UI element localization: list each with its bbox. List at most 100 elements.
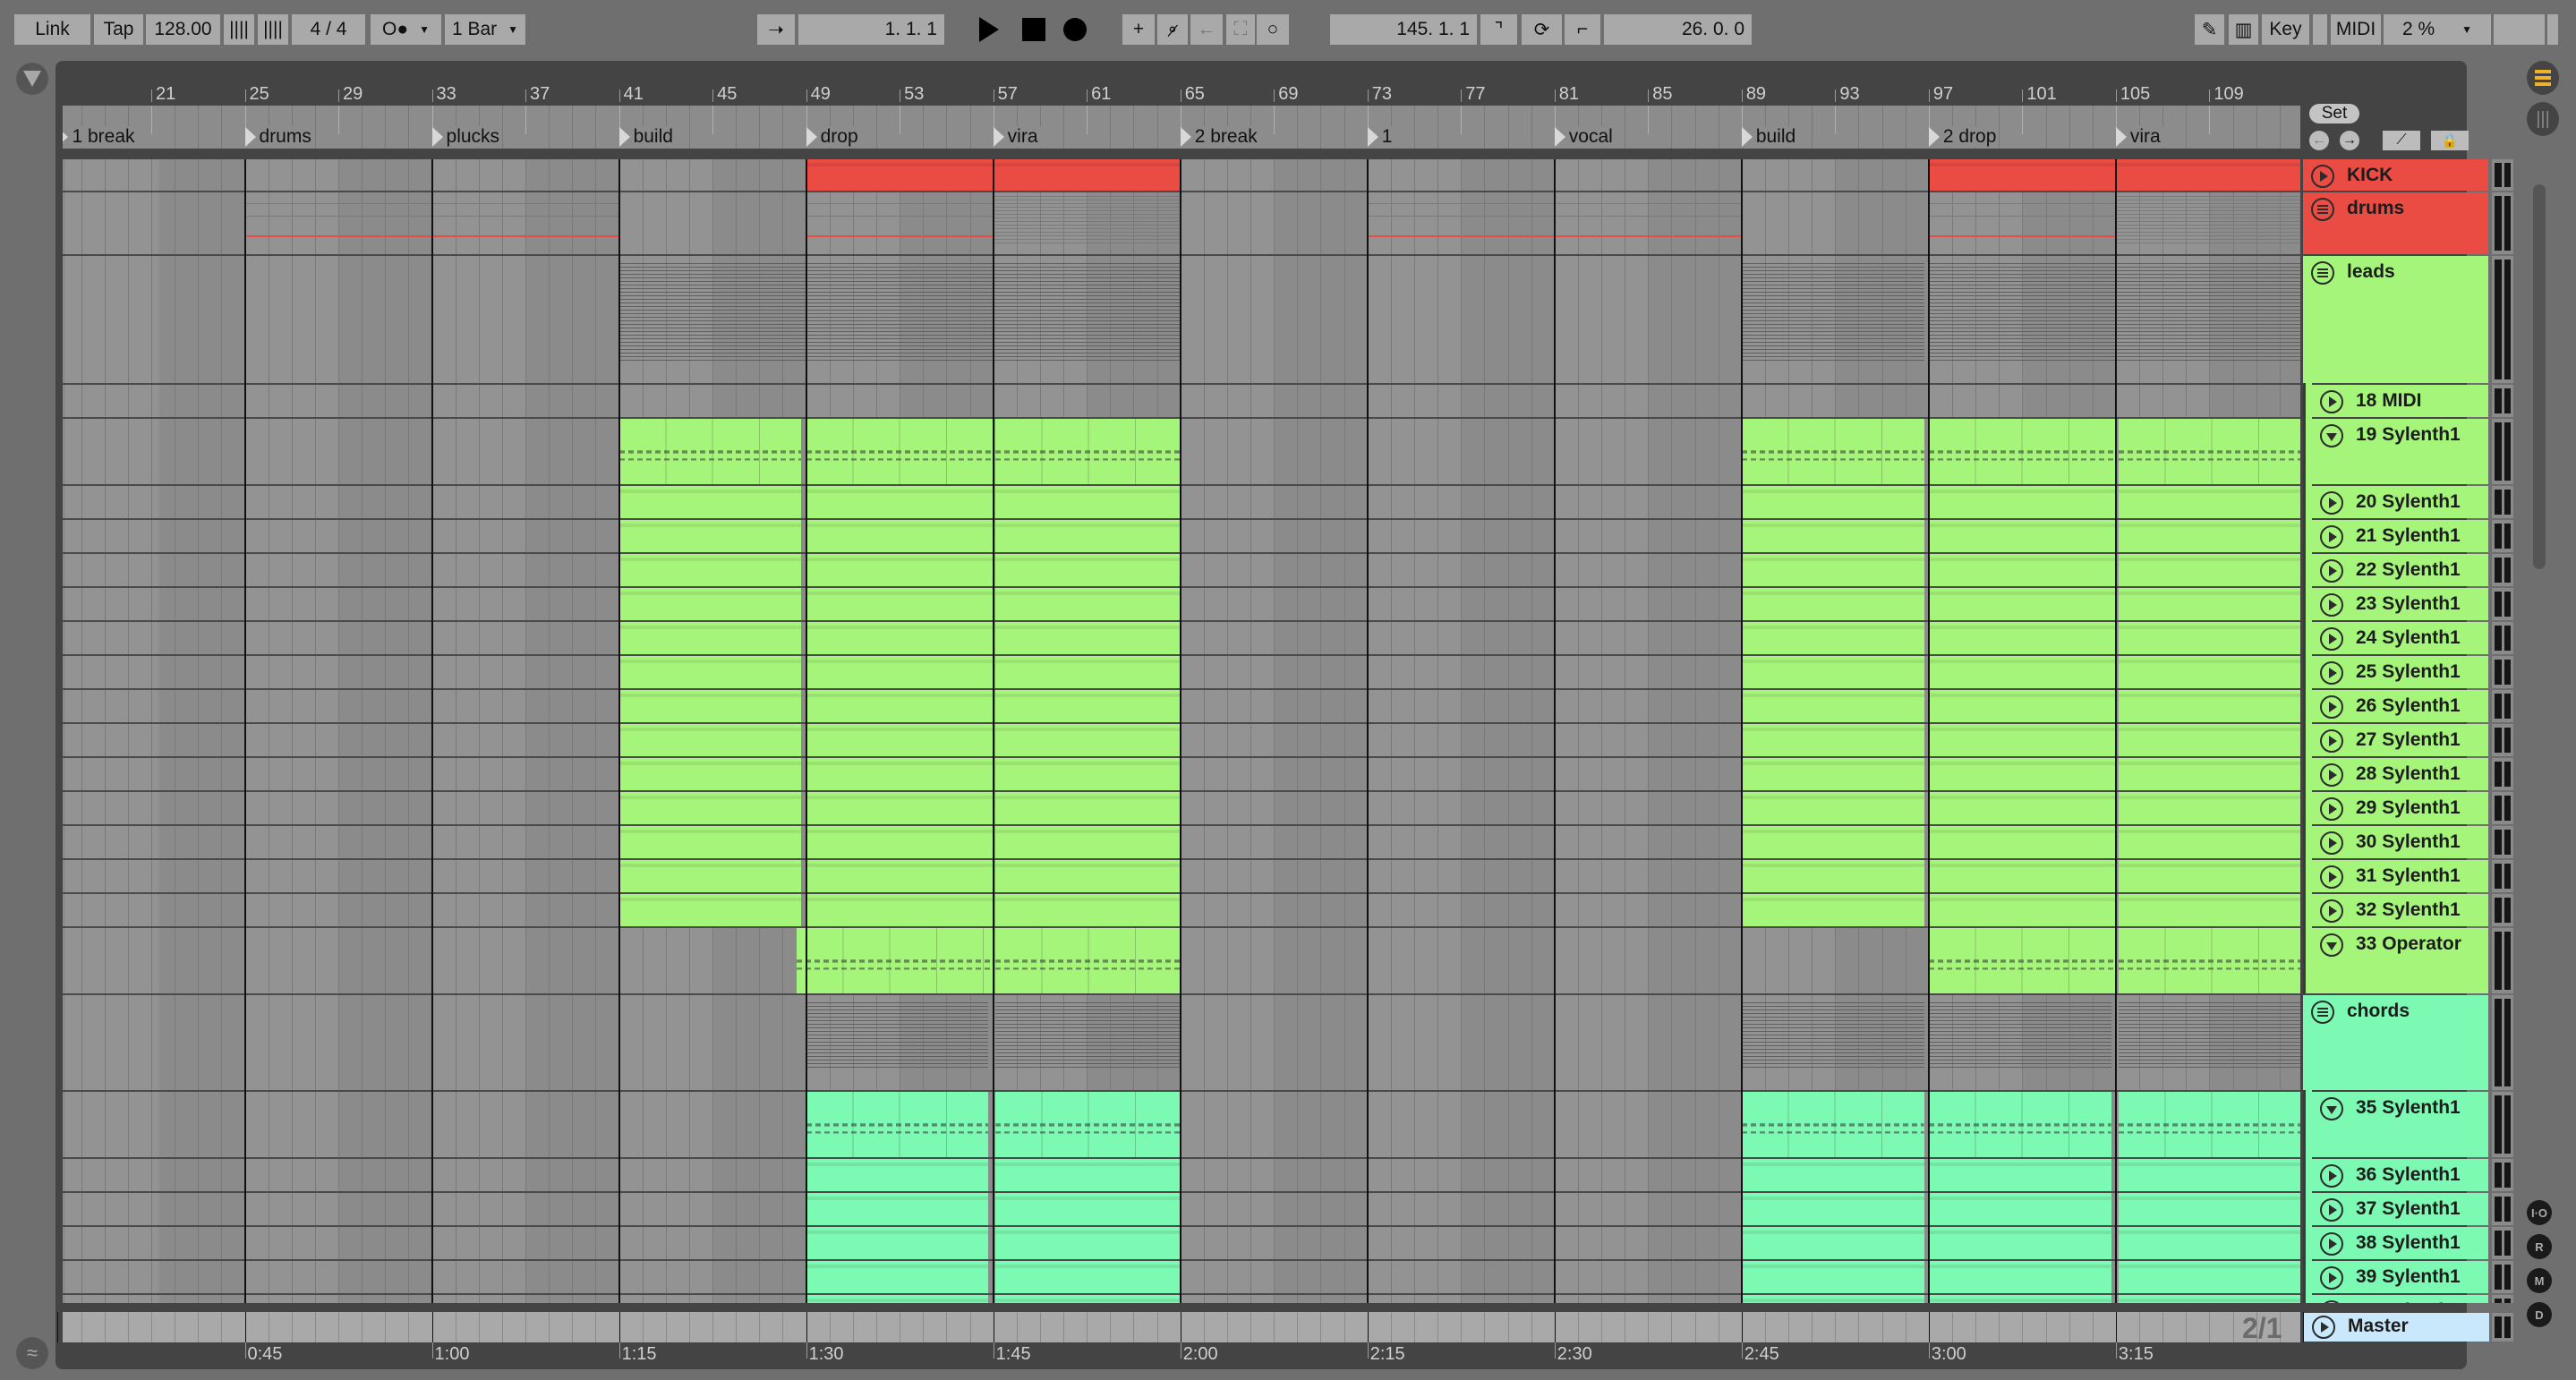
loop-start-field[interactable]: 145. 1. 1 <box>1330 14 1477 45</box>
locator[interactable]: plucks <box>431 125 503 149</box>
locator[interactable]: vocal <box>1554 125 1616 149</box>
group-fold-icon[interactable] <box>2311 1001 2334 1024</box>
locator-flag-icon[interactable] <box>2115 127 2127 147</box>
clip[interactable] <box>806 588 994 620</box>
locator[interactable]: 2 drop <box>1928 125 2000 149</box>
arrangement-lanes[interactable] <box>63 159 2300 1303</box>
locator[interactable]: vira <box>2115 125 2163 149</box>
clip[interactable] <box>618 860 802 892</box>
play-circle-icon[interactable] <box>2320 1198 2343 1222</box>
clip[interactable] <box>1928 419 2116 484</box>
locator-flag-icon[interactable] <box>993 127 1004 147</box>
clip[interactable] <box>1928 826 2116 858</box>
clip[interactable] <box>806 894 994 926</box>
clip[interactable] <box>1741 554 1924 586</box>
clip[interactable] <box>1741 1002 1924 1069</box>
locator-row[interactable]: 1 break drums plucks build drop vira 2 break 1 v… <box>63 106 2300 149</box>
clip[interactable] <box>1928 1295 2111 1303</box>
clip[interactable] <box>2118 419 2300 484</box>
clip[interactable] <box>1741 520 1924 552</box>
master-track-header[interactable]: Master <box>2304 1313 2489 1342</box>
clip[interactable] <box>995 486 1181 518</box>
track-lane[interactable] <box>63 1159 2300 1191</box>
clip[interactable] <box>1928 263 2116 362</box>
clip[interactable] <box>806 520 994 552</box>
track-header[interactable]: 36 Sylenth1 <box>2303 1157 2488 1191</box>
play-circle-icon[interactable] <box>2312 1316 2335 1339</box>
loop-length-field[interactable]: 26. 0. 0 <box>1604 14 1752 45</box>
next-locator-button[interactable]: → <box>2340 131 2359 150</box>
play-circle-icon[interactable] <box>2320 390 2343 413</box>
track-header[interactable]: 25 Sylenth1 <box>2303 654 2488 688</box>
clip[interactable] <box>806 622 994 654</box>
clip[interactable] <box>806 724 994 756</box>
clip[interactable] <box>995 520 1181 552</box>
track-header[interactable]: 29 Sylenth1 <box>2303 790 2488 824</box>
track-header[interactable]: 22 Sylenth1 <box>2303 552 2488 586</box>
clip[interactable] <box>1928 860 2116 892</box>
track-header[interactable]: 19 Sylenth1 <box>2303 417 2488 484</box>
track-lane[interactable] <box>63 1261 2300 1293</box>
track-header[interactable]: 26 Sylenth1 <box>2303 688 2488 722</box>
clip[interactable] <box>2118 826 2300 858</box>
clip[interactable] <box>1928 690 2116 722</box>
track-header[interactable]: KICK <box>2303 159 2488 191</box>
clip[interactable] <box>806 826 994 858</box>
clip[interactable] <box>1741 419 1924 484</box>
automation-arm-icon[interactable]: ∘̷ <box>1157 14 1188 45</box>
set-button[interactable]: Set <box>2309 104 2359 124</box>
track-lane[interactable] <box>63 758 2300 790</box>
track-header[interactable]: leads <box>2303 256 2488 383</box>
clip[interactable] <box>2118 792 2300 824</box>
clip[interactable] <box>806 203 994 240</box>
delay-toggle[interactable]: D <box>2527 1302 2552 1327</box>
key-map-button[interactable]: Key <box>2262 14 2309 45</box>
clip[interactable] <box>2118 1227 2300 1259</box>
clip[interactable] <box>995 1193 1181 1225</box>
clip[interactable] <box>2118 656 2300 688</box>
browser-toggle-button[interactable] <box>16 63 48 95</box>
clip[interactable] <box>806 690 994 722</box>
track-header[interactable]: 39 Sylenth1 <box>2303 1259 2488 1293</box>
track-lane[interactable] <box>63 1092 2300 1157</box>
locator-flag-icon[interactable] <box>1367 127 1378 147</box>
locator-flag-icon[interactable] <box>244 127 256 147</box>
play-circle-icon[interactable] <box>2320 695 2343 719</box>
track-header[interactable]: 20 Sylenth1 <box>2303 484 2488 518</box>
clip[interactable] <box>797 928 994 993</box>
clip[interactable] <box>995 894 1181 926</box>
clip[interactable] <box>1928 1092 2111 1157</box>
clip[interactable] <box>618 419 802 484</box>
clip[interactable] <box>1928 203 2116 240</box>
locator[interactable]: vira <box>993 125 1041 149</box>
locator-flag-icon[interactable] <box>63 127 69 147</box>
add-icon[interactable]: + <box>1122 14 1155 45</box>
clip[interactable] <box>2118 1261 2300 1293</box>
clip[interactable] <box>618 263 802 362</box>
locator-flag-icon[interactable] <box>618 127 630 147</box>
clip[interactable] <box>806 1193 989 1225</box>
play-circle-icon[interactable] <box>2320 491 2343 515</box>
track-lane[interactable] <box>63 520 2300 552</box>
clip[interactable] <box>618 894 802 926</box>
locator[interactable]: 1 break <box>63 125 138 149</box>
track-lane[interactable] <box>63 588 2300 620</box>
play-circle-icon[interactable] <box>2320 763 2343 787</box>
vertical-scrollbar[interactable] <box>2533 184 2546 569</box>
lock-icon[interactable]: 🔒 <box>2431 131 2469 150</box>
clip[interactable] <box>618 554 802 586</box>
clip[interactable] <box>806 758 994 790</box>
song-position-field[interactable]: 1. 1. 1 <box>798 14 944 45</box>
mixer-toggle[interactable]: M <box>2527 1268 2552 1293</box>
clip[interactable] <box>995 1092 1181 1157</box>
clip[interactable] <box>995 758 1181 790</box>
play-circle-icon[interactable] <box>2320 525 2343 549</box>
track-lane[interactable] <box>63 860 2300 892</box>
track-lane[interactable] <box>63 385 2300 417</box>
clip[interactable] <box>995 1295 1181 1303</box>
clip[interactable] <box>1741 1092 1924 1157</box>
clip[interactable] <box>1741 656 1924 688</box>
track-lane[interactable] <box>63 622 2300 654</box>
play-circle-icon[interactable] <box>2320 831 2343 855</box>
follow-icon[interactable]: ➝ <box>757 14 795 45</box>
